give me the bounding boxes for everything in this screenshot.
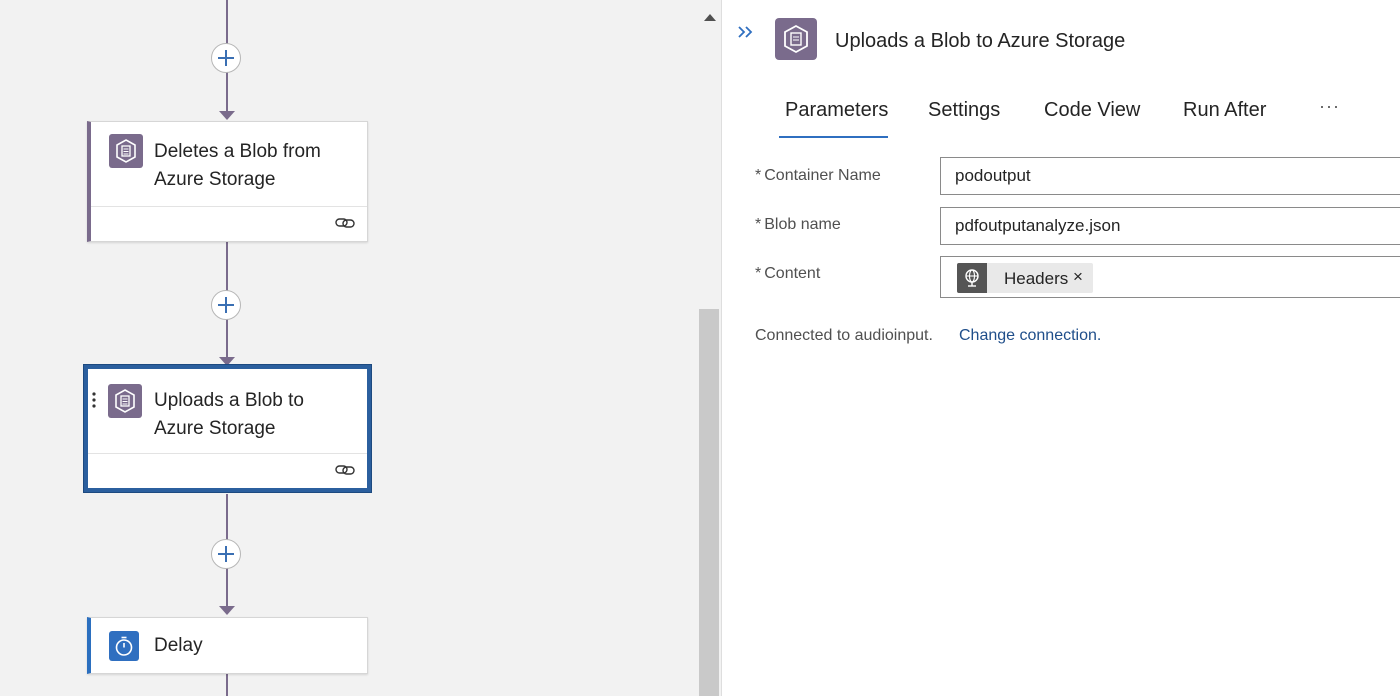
- tab-parameters[interactable]: Parameters: [785, 99, 888, 122]
- container-name-label: * Container Name: [755, 167, 881, 184]
- action-card-upload-blob[interactable]: Uploads a Blob to Azure Storage: [84, 365, 371, 492]
- connection-status: Connected to audioinput.: [755, 327, 933, 344]
- token-label: Headers: [1004, 269, 1069, 288]
- connector-arrow: [219, 606, 235, 615]
- more-tabs-button[interactable]: ···: [1319, 96, 1340, 117]
- action-card-delete-blob[interactable]: Deletes a Blob from Azure Storage: [87, 121, 368, 242]
- card-title: Delay: [154, 635, 203, 656]
- link-icon: [335, 218, 355, 228]
- content-input[interactable]: Headers ×: [940, 256, 1400, 298]
- connector-arrow: [219, 111, 235, 120]
- action-card-delay[interactable]: Delay: [87, 617, 368, 674]
- add-step-button[interactable]: [211, 290, 241, 320]
- container-name-input[interactable]: [940, 157, 1400, 195]
- tab-code-view[interactable]: Code View: [1044, 99, 1140, 122]
- blob-name-input[interactable]: [940, 207, 1400, 245]
- connector-line: [226, 674, 228, 696]
- link-icon: [335, 465, 355, 475]
- timer-icon: [109, 631, 139, 661]
- blob-storage-icon: [108, 384, 142, 418]
- canvas-scrollbar-thumb[interactable]: [699, 309, 719, 696]
- workflow-canvas[interactable]: Deletes a Blob from Azure Storage Upload…: [0, 0, 722, 696]
- dynamic-content-token[interactable]: Headers ×: [957, 263, 1093, 293]
- tab-run-after[interactable]: Run After: [1183, 99, 1266, 122]
- remove-token-icon[interactable]: ×: [1073, 267, 1083, 287]
- panel-title: Uploads a Blob to Azure Storage: [835, 30, 1126, 52]
- add-step-button[interactable]: [211, 43, 241, 73]
- change-connection-link[interactable]: Change connection.: [959, 327, 1101, 345]
- add-step-button[interactable]: [211, 539, 241, 569]
- blob-storage-icon: [775, 18, 817, 60]
- active-tab-indicator: [779, 136, 888, 138]
- card-title: Deletes a Blob from Azure Storage: [154, 141, 321, 190]
- card-title: Uploads a Blob to Azure Storage: [154, 390, 304, 439]
- tab-settings[interactable]: Settings: [928, 99, 1000, 122]
- globe-icon: [957, 263, 987, 293]
- scroll-up-arrow-icon[interactable]: [704, 14, 716, 21]
- blob-name-label: * Blob name: [755, 216, 841, 233]
- blob-storage-icon: [109, 134, 143, 168]
- action-details-panel: Uploads a Blob to Azure Storage Paramete…: [722, 0, 1400, 696]
- content-label: * Content: [755, 265, 821, 282]
- double-chevron-right-icon[interactable]: [736, 22, 756, 42]
